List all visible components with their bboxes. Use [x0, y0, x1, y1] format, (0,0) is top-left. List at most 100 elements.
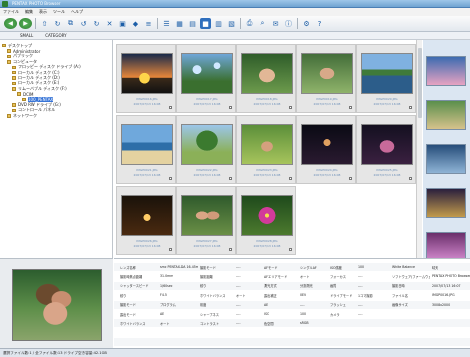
thumbnail-checkbox[interactable]: [229, 106, 232, 109]
help-icon[interactable]: ?: [314, 18, 325, 29]
thumbnail-cell[interactable]: IMGP0022.JPG 2007/07/13 16:08: [176, 115, 236, 184]
thumbnail-cell[interactable]: IMGP0024.JPG 2007/07/13 16:08: [296, 115, 356, 184]
rotate-right-icon[interactable]: ↻: [91, 18, 102, 29]
thumbnail-image[interactable]: [181, 195, 233, 236]
thumbnail-image[interactable]: [121, 53, 173, 94]
thumbnail-cell[interactable]: IMGP0019.JPG 2007/07/13 16:08: [296, 44, 356, 113]
info-value: ----: [358, 283, 363, 288]
toolbar-separator: [35, 18, 36, 29]
thumbnail-checkbox[interactable]: [289, 248, 292, 251]
filter-icon[interactable]: ▧: [226, 18, 237, 29]
thumbnail-image[interactable]: [241, 124, 293, 165]
thumbnail-filename: IMGP0026.JPG: [136, 239, 158, 243]
thumbnail-cell[interactable]: IMGP0016.JPG 2007/07/13 16:08: [116, 44, 176, 113]
thumbnail-image[interactable]: [301, 124, 353, 165]
print-icon[interactable]: ⎙: [244, 18, 255, 29]
thumbnail-checkbox[interactable]: [169, 248, 172, 251]
thumb-small-icon[interactable]: ▦: [174, 18, 185, 29]
info-label: フラッシュ: [330, 303, 346, 308]
sort-icon[interactable]: ≡: [143, 18, 154, 29]
info-icon[interactable]: ⓘ: [283, 18, 294, 29]
thumbnail-image[interactable]: [361, 124, 413, 165]
rotate-left-icon[interactable]: ↺: [78, 18, 89, 29]
thumbnail-cell[interactable]: IMGP0026.JPG 2007/07/13 16:08: [116, 186, 176, 255]
thumbnail-image[interactable]: [361, 53, 413, 94]
filmstrip-thumb[interactable]: [426, 56, 466, 86]
info-value: PENTAX PHOTO Browser Ver: [432, 274, 470, 279]
tree-node[interactable]: ネットワーク: [2, 113, 112, 118]
thumbnail-checkbox[interactable]: [409, 177, 412, 180]
thumbnail-checkbox[interactable]: [289, 177, 292, 180]
filmstrip-panel: [423, 40, 470, 262]
detail-icon[interactable]: ▥: [213, 18, 224, 29]
thumbnail-cell[interactable]: IMGP0018.JPG 2007/07/13 16:08: [236, 44, 296, 113]
thumbnail-image[interactable]: [121, 195, 173, 236]
filmstrip-thumb[interactable]: [426, 100, 466, 130]
thumbnail-checkbox[interactable]: [349, 106, 352, 109]
thumbnail-checkbox[interactable]: [289, 106, 292, 109]
thumbnail-checkbox[interactable]: [229, 177, 232, 180]
info-value: オート: [300, 274, 310, 279]
menu-view[interactable]: 表示: [39, 9, 47, 15]
menu-tools[interactable]: ツール: [53, 9, 65, 15]
thumbnail-cell[interactable]: IMGP0023.JPG 2007/07/13 16:08: [236, 115, 296, 184]
thumbnail-date: 2007/07/13 16:08: [313, 102, 341, 106]
up-folder-icon[interactable]: ⇧: [39, 18, 50, 29]
info-value: 100: [358, 265, 365, 269]
thumbnail-checkbox[interactable]: [349, 177, 352, 180]
thumbnail-checkbox[interactable]: [169, 106, 172, 109]
thumbnail-date: 2007/07/13 16:08: [193, 244, 221, 248]
thumbnail-cell[interactable]: IMGP0028.JPG 2007/07/13 16:08: [236, 186, 296, 255]
thumbnail-filename: IMGP0019.JPG: [316, 97, 338, 101]
slideshow-icon[interactable]: ▣: [117, 18, 128, 29]
info-row: 露出モード AE シャープネス ---- ISO 100 カメラ ----: [114, 310, 470, 318]
thumbnail-image[interactable]: [241, 53, 293, 94]
copy-icon[interactable]: ⧉: [65, 18, 76, 29]
filmstrip-thumb[interactable]: [426, 144, 466, 174]
list-view-icon[interactable]: ☰: [161, 18, 172, 29]
thumbnail-scrollbar[interactable]: [416, 40, 422, 258]
info-value: オート: [236, 293, 246, 298]
thumbnail-cell[interactable]: IMGP0027.JPG 2007/07/13 16:08: [176, 186, 236, 255]
settings-icon[interactable]: ⚙: [301, 18, 312, 29]
info-label: カメラ: [330, 312, 340, 317]
thumbnail-cell[interactable]: IMGP0021.JPG 2007/07/13 16:08: [116, 115, 176, 184]
menu-edit[interactable]: 編集: [25, 9, 33, 15]
photo-info-table: レンズ名称 smc PENTAX-DA 16-45mm 撮影モード ---- AFモード…: [114, 258, 470, 348]
info-value: ----: [236, 312, 241, 316]
thumbnail-checkbox[interactable]: [229, 248, 232, 251]
back-icon[interactable]: ◀: [4, 18, 17, 29]
thumbnail-checkbox[interactable]: [409, 106, 412, 109]
delete-icon[interactable]: ✕: [104, 18, 115, 29]
info-label: ソフトウェア(ファームウェア): [392, 274, 430, 279]
filmstrip-thumb[interactable]: [426, 188, 466, 218]
thumbnail-checkbox[interactable]: [169, 177, 172, 180]
refresh-icon[interactable]: ↻: [52, 18, 63, 29]
info-value: 2007/07/13 16:07: [432, 283, 461, 288]
thumb-medium-icon[interactable]: ▤: [187, 18, 198, 29]
tab-small[interactable]: SMALL: [20, 33, 33, 38]
thumbnail-cell[interactable]: IMGP0025.JPG 2007/07/13 16:08: [356, 115, 416, 184]
thumbnail-image[interactable]: [181, 53, 233, 94]
info-label: 露出モード: [120, 312, 136, 317]
forward-icon[interactable]: ▶: [19, 18, 32, 29]
info-label: ホワイトバランス: [200, 293, 226, 298]
tab-category[interactable]: CATEGORY: [45, 33, 66, 38]
thumbnail-image[interactable]: [121, 124, 173, 165]
info-row: 絞り F4.5 ホワイトバランス オート 露出補正 0EV ドライブモード 1コマ撮影 ファイル…: [114, 291, 470, 299]
folder-tree[interactable]: デスクトップ Administrator パブリック コンピュータ フロッピー ディスク…: [0, 40, 113, 258]
scrollbar-thumb[interactable]: [418, 48, 422, 118]
thumbnail-cell[interactable]: IMGP0017.JPG 2007/07/13 16:08: [176, 44, 236, 113]
thumbnail-image[interactable]: [241, 195, 293, 236]
info-value: F4.5: [160, 293, 167, 298]
thumb-large-icon[interactable]: ■: [200, 18, 211, 29]
thumbnail-image[interactable]: [181, 124, 233, 165]
thumbnail-cell[interactable]: IMGP0020.JPG 2007/07/13 16:08: [356, 44, 416, 113]
info-label: 絞り: [120, 293, 127, 298]
email-icon[interactable]: ✉: [270, 18, 281, 29]
search-icon[interactable]: ⌕: [257, 18, 268, 29]
menu-help[interactable]: ヘルプ: [71, 9, 83, 15]
view-mode-icon[interactable]: ◆: [130, 18, 141, 29]
menu-file[interactable]: ファイル: [3, 9, 19, 15]
thumbnail-image[interactable]: [301, 53, 353, 94]
